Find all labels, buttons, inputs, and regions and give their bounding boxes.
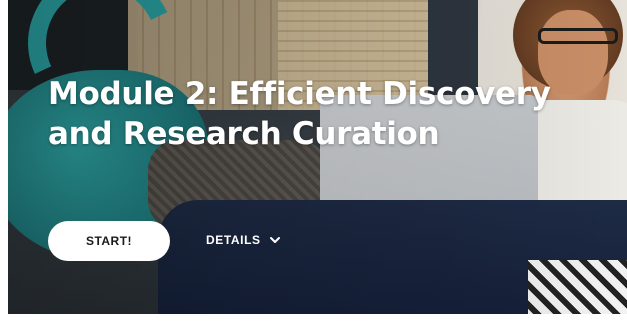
start-button[interactable]: START! [48,221,170,261]
details-label: DETAILS [206,233,261,247]
chevron-down-icon [269,234,281,246]
hero-overlay [8,0,627,314]
module-title: Module 2: Efficient Discovery and Resear… [48,76,551,152]
module-hero-banner: Module 2: Efficient Discovery and Resear… [8,0,627,314]
details-toggle[interactable]: DETAILS [206,228,281,252]
